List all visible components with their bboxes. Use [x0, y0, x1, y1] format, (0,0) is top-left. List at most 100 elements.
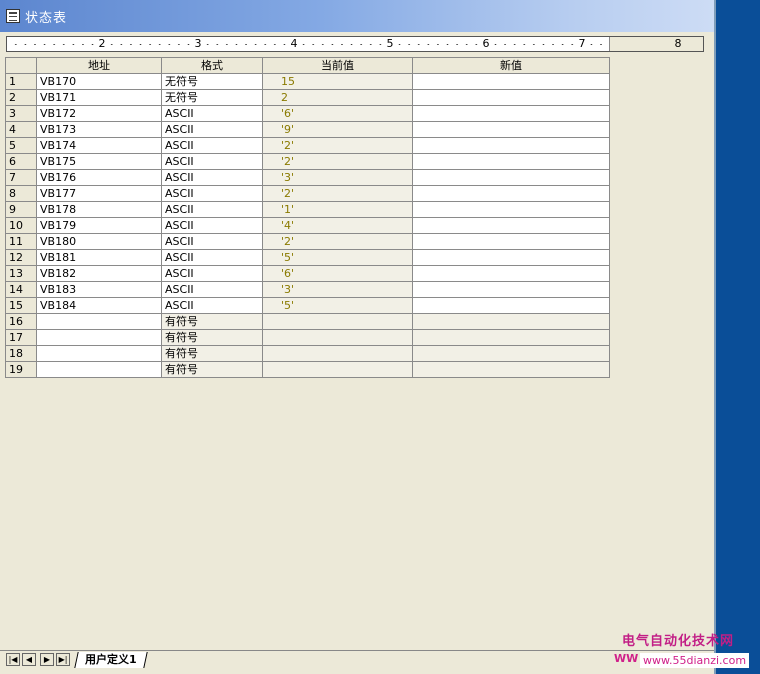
prev-sheet-button[interactable]: ◀ [22, 653, 36, 666]
format-cell[interactable]: ASCII [161, 153, 263, 170]
format-cell[interactable]: ASCII [161, 105, 263, 122]
new-value-cell[interactable] [412, 105, 610, 122]
row-number[interactable]: 15 [5, 297, 37, 314]
address-cell[interactable] [36, 345, 162, 362]
address-cell[interactable]: VB180 [36, 233, 162, 250]
new-value-cell[interactable] [412, 153, 610, 170]
format-cell[interactable]: ASCII [161, 137, 263, 154]
format-cell[interactable]: 有符号 [161, 329, 263, 346]
format-cell[interactable]: ASCII [161, 201, 263, 218]
table-row: 13 VB182 ASCII '6' [5, 265, 610, 282]
new-value-cell[interactable] [412, 313, 610, 330]
current-value-cell: '6' [262, 265, 413, 282]
new-value-cell[interactable] [412, 297, 610, 314]
last-sheet-button[interactable]: ▶| [56, 653, 70, 666]
new-value-cell[interactable] [412, 137, 610, 154]
new-value-cell[interactable] [412, 345, 610, 362]
title-bar[interactable]: 状态表 [0, 0, 714, 32]
address-cell[interactable]: VB170 [36, 73, 162, 90]
new-value-cell[interactable] [412, 281, 610, 298]
format-cell[interactable]: ASCII [161, 233, 263, 250]
format-cell[interactable]: ASCII [161, 169, 263, 186]
address-cell[interactable]: VB175 [36, 153, 162, 170]
format-cell[interactable]: ASCII [161, 281, 263, 298]
table-row: 10 VB179 ASCII '4' [5, 217, 610, 234]
row-number[interactable]: 7 [5, 169, 37, 186]
address-cell[interactable]: VB179 [36, 217, 162, 234]
header-new-value[interactable]: 新值 [412, 57, 610, 74]
row-number[interactable]: 3 [5, 105, 37, 122]
row-number[interactable]: 9 [5, 201, 37, 218]
new-value-cell[interactable] [412, 361, 610, 378]
format-cell[interactable]: ASCII [161, 185, 263, 202]
new-value-cell[interactable] [412, 185, 610, 202]
new-value-cell[interactable] [412, 201, 610, 218]
new-value-cell[interactable] [412, 329, 610, 346]
row-number[interactable]: 10 [5, 217, 37, 234]
new-value-cell[interactable] [412, 265, 610, 282]
row-number[interactable]: 16 [5, 313, 37, 330]
row-number[interactable]: 12 [5, 249, 37, 266]
corner-cell[interactable] [5, 57, 37, 74]
row-number[interactable]: 11 [5, 233, 37, 250]
row-number[interactable]: 5 [5, 137, 37, 154]
address-cell[interactable] [36, 313, 162, 330]
ruler-label: 7 [576, 37, 588, 51]
address-cell[interactable]: VB184 [36, 297, 162, 314]
row-number[interactable]: 1 [5, 73, 37, 90]
table-row: 17 有符号 [5, 329, 610, 346]
format-cell[interactable]: 无符号 [161, 89, 263, 106]
format-cell[interactable]: ASCII [161, 265, 263, 282]
current-value-cell [262, 329, 413, 346]
new-value-cell[interactable] [412, 169, 610, 186]
current-value-cell: '6' [262, 105, 413, 122]
new-value-cell[interactable] [412, 89, 610, 106]
address-cell[interactable]: VB177 [36, 185, 162, 202]
format-cell[interactable]: ASCII [161, 249, 263, 266]
address-cell[interactable]: VB171 [36, 89, 162, 106]
address-cell[interactable]: VB182 [36, 265, 162, 282]
new-value-cell[interactable] [412, 73, 610, 90]
row-number[interactable]: 8 [5, 185, 37, 202]
address-cell[interactable]: VB172 [36, 105, 162, 122]
row-number[interactable]: 6 [5, 153, 37, 170]
format-cell[interactable]: 有符号 [161, 345, 263, 362]
format-cell[interactable]: 有符号 [161, 361, 263, 378]
row-number[interactable]: 18 [5, 345, 37, 362]
row-number[interactable]: 2 [5, 89, 37, 106]
address-cell[interactable]: VB174 [36, 137, 162, 154]
next-sheet-button[interactable]: ▶ [40, 653, 54, 666]
header-format[interactable]: 格式 [161, 57, 263, 74]
new-value-cell[interactable] [412, 217, 610, 234]
row-number[interactable]: 17 [5, 329, 37, 346]
first-sheet-button[interactable]: |◀ [6, 653, 20, 666]
current-value-cell: '3' [262, 169, 413, 186]
format-cell[interactable]: 无符号 [161, 73, 263, 90]
row-number[interactable]: 13 [5, 265, 37, 282]
header-address[interactable]: 地址 [36, 57, 162, 74]
address-cell[interactable] [36, 361, 162, 378]
table-header-row: 地址 格式 当前值 新值 [5, 57, 610, 74]
new-value-cell[interactable] [412, 249, 610, 266]
table-row: 2 VB171 无符号 2 [5, 89, 610, 106]
address-cell[interactable] [36, 329, 162, 346]
row-number[interactable]: 14 [5, 281, 37, 298]
header-current-value[interactable]: 当前值 [262, 57, 413, 74]
new-value-cell[interactable] [412, 121, 610, 138]
table-row: 15 VB184 ASCII '5' [5, 297, 610, 314]
row-number[interactable]: 4 [5, 121, 37, 138]
format-cell[interactable]: ASCII [161, 217, 263, 234]
sheet-tab-user-defined-1[interactable]: 用户定义1 [74, 652, 148, 668]
column-ruler[interactable]: 2 3 4 5 6 7 8 [6, 36, 704, 52]
format-cell[interactable]: ASCII [161, 121, 263, 138]
address-cell[interactable]: VB173 [36, 121, 162, 138]
table-row: 16 有符号 [5, 313, 610, 330]
address-cell[interactable]: VB178 [36, 201, 162, 218]
address-cell[interactable]: VB183 [36, 281, 162, 298]
new-value-cell[interactable] [412, 233, 610, 250]
row-number[interactable]: 19 [5, 361, 37, 378]
format-cell[interactable]: 有符号 [161, 313, 263, 330]
address-cell[interactable]: VB181 [36, 249, 162, 266]
format-cell[interactable]: ASCII [161, 297, 263, 314]
address-cell[interactable]: VB176 [36, 169, 162, 186]
